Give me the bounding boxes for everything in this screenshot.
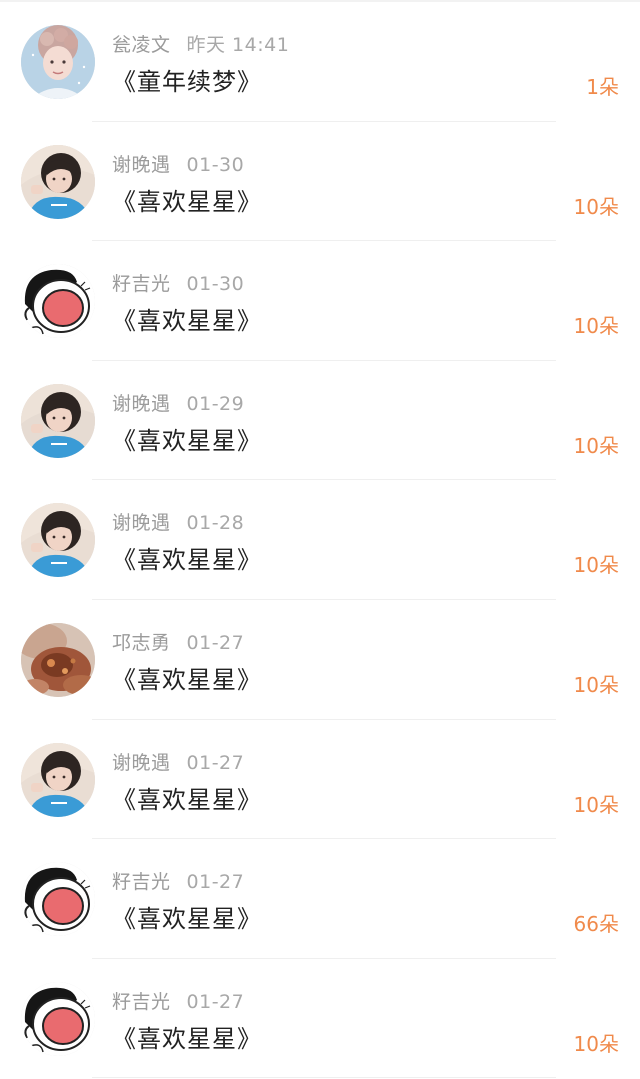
avatar[interactable] (21, 503, 95, 578)
username[interactable]: 谢晚遇 (112, 154, 171, 176)
flower-count: 10朵 (573, 433, 619, 458)
timestamp: 01-30 (186, 153, 245, 176)
work-title[interactable]: 《喜欢星星》 (112, 780, 262, 815)
meta: 籽吉光 01-27 (112, 987, 244, 1014)
work-title[interactable]: 《童年续梦》 (112, 62, 262, 97)
flower-count: 10朵 (573, 792, 619, 817)
work-title[interactable]: 《喜欢星星》 (112, 899, 262, 934)
avatar[interactable] (21, 622, 95, 697)
flower-count: 10朵 (573, 1031, 619, 1056)
meta: 谢晚遇 01-27 (112, 748, 244, 775)
avatar[interactable] (21, 383, 95, 458)
work-title[interactable]: 《喜欢星星》 (112, 540, 262, 575)
username[interactable]: 籽吉光 (112, 871, 171, 893)
flower-count: 66朵 (573, 912, 619, 937)
meta: 籽吉光 01-27 (112, 867, 244, 894)
meta: 籽吉光 01-30 (112, 269, 244, 296)
flower-count: 10朵 (573, 314, 619, 339)
timestamp: 01-27 (186, 631, 245, 654)
list-item[interactable]: 籽吉光 01-27 《喜欢星星》 66朵 (0, 839, 640, 959)
meta: 谢晚遇 01-30 (112, 150, 244, 177)
flower-count: 10朵 (573, 553, 619, 578)
timestamp: 01-27 (186, 871, 245, 894)
list-item[interactable]: 谢晚遇 01-30 《喜欢星星》 10朵 (0, 122, 640, 242)
list-item[interactable]: 谢晚遇 01-29 《喜欢星星》 10朵 (0, 361, 640, 481)
timestamp: 01-28 (186, 512, 245, 535)
username[interactable]: 籽吉光 (112, 991, 171, 1013)
avatar[interactable] (21, 264, 95, 339)
meta: 瓮凌文 昨天 14:41 (112, 30, 289, 57)
username[interactable]: 籽吉光 (112, 273, 171, 295)
avatar[interactable] (21, 862, 95, 937)
meta: 谢晚遇 01-28 (112, 508, 244, 535)
work-title[interactable]: 《喜欢星星》 (112, 421, 262, 456)
list-item[interactable]: 谢晚遇 01-28 《喜欢星星》 10朵 (0, 480, 640, 600)
work-title[interactable]: 《喜欢星星》 (112, 660, 262, 695)
username[interactable]: 邛志勇 (112, 632, 171, 654)
work-title[interactable]: 《喜欢星星》 (112, 301, 262, 336)
list-item[interactable]: 籽吉光 01-27 《喜欢星星》 10朵 (0, 959, 640, 1079)
meta: 谢晚遇 01-29 (112, 389, 244, 416)
username[interactable]: 谢晚遇 (112, 393, 171, 415)
gift-record-list: 瓮凌文 昨天 14:41 《童年续梦》 1朵 谢晚遇 01-30 《喜欢星星》 10… (0, 2, 640, 1078)
avatar[interactable] (21, 742, 95, 817)
timestamp: 01-29 (186, 392, 245, 415)
meta: 邛志勇 01-27 (112, 628, 244, 655)
flower-count: 1朵 (586, 75, 619, 99)
username[interactable]: 谢晚遇 (112, 752, 171, 774)
avatar[interactable] (21, 144, 95, 219)
timestamp: 01-27 (186, 751, 245, 774)
avatar[interactable] (21, 981, 95, 1056)
list-item[interactable]: 籽吉光 01-30 《喜欢星星》 10朵 (0, 241, 640, 361)
work-title[interactable]: 《喜欢星星》 (112, 182, 262, 217)
work-title[interactable]: 《喜欢星星》 (112, 1019, 262, 1054)
list-item[interactable]: 邛志勇 01-27 《喜欢星星》 10朵 (0, 600, 640, 720)
timestamp: 01-30 (186, 273, 245, 296)
username[interactable]: 谢晚遇 (112, 512, 171, 534)
timestamp: 昨天 14:41 (186, 34, 290, 56)
avatar[interactable] (21, 25, 95, 99)
username[interactable]: 瓮凌文 (112, 34, 171, 56)
list-item[interactable]: 瓮凌文 昨天 14:41 《童年续梦》 1朵 (0, 2, 640, 122)
list-item[interactable]: 谢晚遇 01-27 《喜欢星星》 10朵 (0, 720, 640, 840)
timestamp: 01-27 (186, 990, 245, 1013)
flower-count: 10朵 (573, 194, 619, 219)
flower-count: 10朵 (573, 672, 619, 697)
